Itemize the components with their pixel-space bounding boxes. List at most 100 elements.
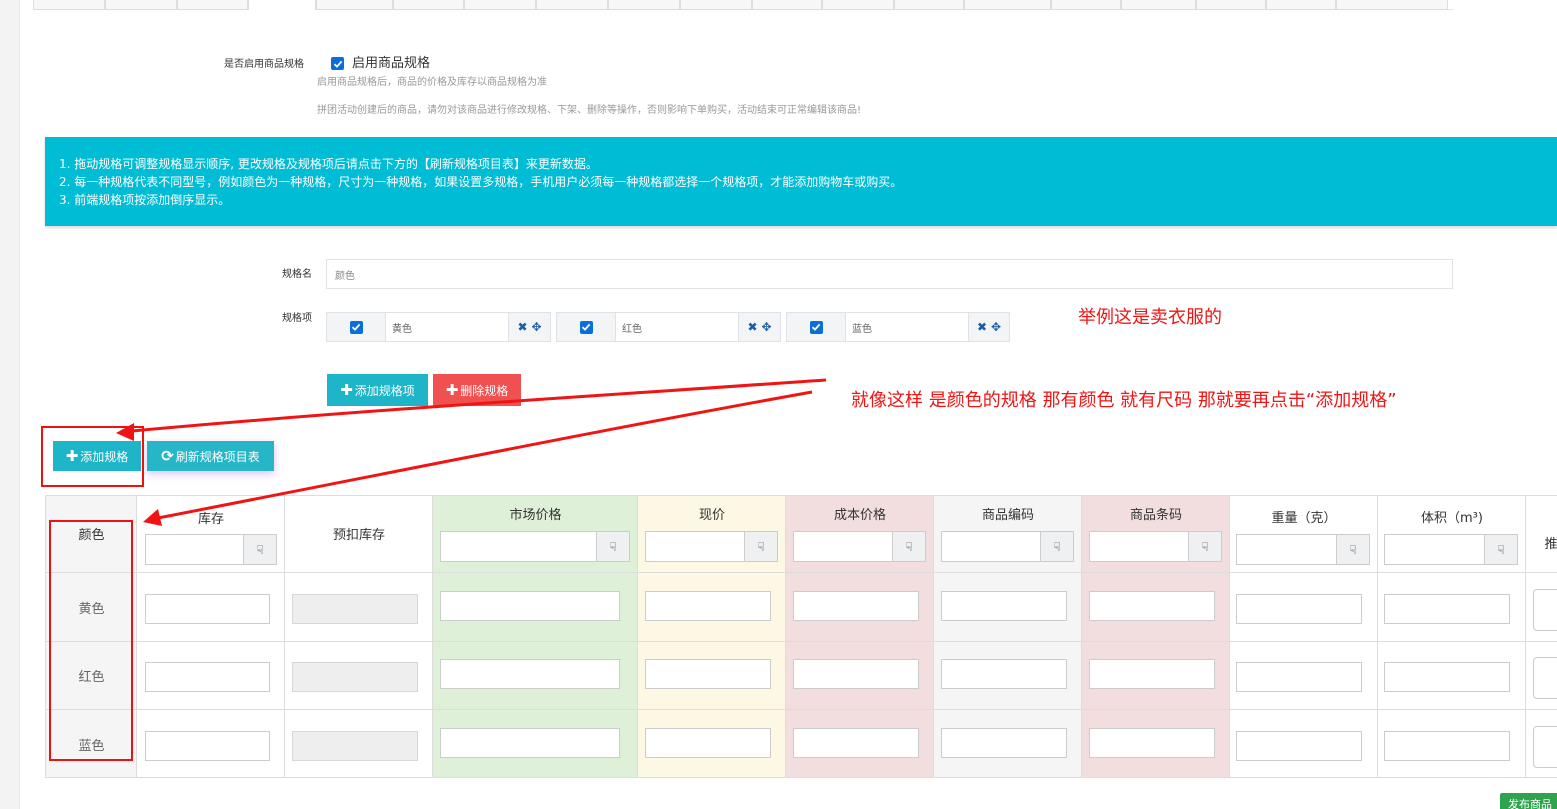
recommend-toggle[interactable] (1533, 589, 1557, 631)
market-price-input[interactable] (440, 591, 620, 621)
spec-sku-table: 颜色 库存 预扣库存 市场价格 现价 成本价格 商品编码 商品条码 重量（克） … (45, 495, 1557, 778)
batch-market-price-input[interactable]: ☟ (440, 531, 630, 562)
cost-price-input[interactable] (793, 659, 919, 689)
current-price-input[interactable] (645, 591, 771, 621)
tab[interactable] (822, 0, 894, 10)
spec-info-box: 1. 拖动规格可调整规格显示顺序, 更改规格及规格项后请点击下方的【刷新规格项目… (45, 137, 1557, 226)
tab[interactable] (1051, 0, 1121, 10)
market-price-input[interactable] (440, 659, 620, 689)
batch-cost-price-input[interactable]: ☟ (793, 531, 926, 562)
batch-current-price-input[interactable]: ☟ (645, 531, 778, 562)
spec-item-value-input[interactable]: 黄色 (386, 313, 509, 341)
tab[interactable] (536, 0, 608, 10)
tab[interactable] (680, 0, 752, 10)
batch-barcode-input[interactable]: ☟ (1089, 531, 1222, 562)
batch-fill-icon[interactable]: ☟ (596, 532, 629, 561)
add-spec-item-button[interactable]: ✚ 添加规格项 (327, 374, 428, 406)
tab[interactable] (105, 0, 177, 10)
spec-item-value-input[interactable]: 蓝色 (846, 313, 969, 341)
annotation-note-1: 举例这是卖衣服的 (1078, 307, 1222, 328)
drag-move-icon[interactable]: ✥ (762, 320, 772, 334)
drag-move-icon[interactable]: ✥ (532, 320, 542, 334)
weight-input[interactable] (1236, 594, 1362, 624)
cost-price-input[interactable] (793, 728, 919, 758)
batch-fill-icon[interactable]: ☟ (1484, 535, 1517, 564)
tab[interactable] (316, 0, 393, 10)
tab[interactable] (393, 0, 464, 10)
drag-move-icon[interactable]: ✥ (991, 320, 1001, 334)
batch-fill-icon[interactable]: ☟ (243, 535, 276, 564)
batch-fill-icon[interactable]: ☟ (1040, 532, 1073, 561)
tab[interactable] (177, 0, 248, 10)
form-tabs (33, 0, 1453, 10)
cost-price-input[interactable] (793, 591, 919, 621)
weight-input[interactable] (1236, 731, 1362, 761)
tab[interactable] (1121, 0, 1196, 10)
market-price-input[interactable] (440, 728, 620, 758)
publish-product-button[interactable]: 发布商品 (1500, 793, 1557, 809)
check-icon (581, 323, 591, 331)
recommend-toggle[interactable] (1533, 726, 1557, 768)
batch-weight-input[interactable]: ☟ (1236, 534, 1370, 565)
tab[interactable] (1196, 0, 1266, 10)
stock-input[interactable] (145, 662, 270, 692)
header-stock: 库存 (197, 512, 224, 527)
tab[interactable] (1266, 0, 1336, 10)
recommend-toggle[interactable] (1533, 657, 1557, 699)
batch-fill-icon[interactable]: ☟ (744, 532, 777, 561)
remove-icon[interactable]: ✖ (747, 320, 757, 334)
product-code-input[interactable] (941, 659, 1067, 689)
header-market-price: 市场价格 (509, 508, 562, 523)
spec-item-checkbox[interactable] (809, 320, 823, 334)
header-volume: 体积（m³) (1421, 511, 1483, 526)
product-code-input[interactable] (941, 728, 1067, 758)
barcode-input[interactable] (1089, 591, 1215, 621)
refresh-spec-table-button[interactable]: ⟳ 刷新规格项目表 (147, 441, 274, 471)
delete-spec-button[interactable]: ✚ 删除规格 (433, 374, 521, 406)
stock-input[interactable] (145, 594, 270, 624)
tab-spec-active[interactable] (248, 0, 316, 10)
batch-product-code-input[interactable]: ☟ (941, 531, 1074, 562)
batch-fill-icon[interactable]: ☟ (892, 532, 925, 561)
check-icon (811, 323, 821, 331)
check-icon (333, 60, 342, 68)
current-price-input[interactable] (645, 728, 771, 758)
stock-input[interactable] (145, 731, 270, 761)
current-price-input[interactable] (645, 659, 771, 689)
spec-name-input[interactable]: 颜色 (326, 259, 1453, 289)
product-code-input[interactable] (941, 591, 1067, 621)
annotation-note-2: 就像这样 是颜色的规格 那有颜色 就有尺码 那就要再点击“添加规格” (851, 390, 1397, 411)
left-sidebar-edge (0, 0, 20, 809)
header-weight: 重量（克） (1271, 511, 1337, 526)
spec-enable-checkbox[interactable] (331, 57, 344, 70)
info-line-3: 3. 前端规格项按添加倒序显示。 (59, 193, 231, 207)
volume-input[interactable] (1384, 662, 1510, 692)
spec-item-value-input[interactable]: 红色 (616, 313, 739, 341)
reserved-stock-input (292, 731, 418, 761)
tab[interactable] (33, 0, 105, 10)
batch-stock-input[interactable]: ☟ (145, 534, 277, 565)
tab[interactable] (464, 0, 536, 10)
spec-items-label: 规格项 (282, 313, 312, 324)
batch-fill-icon[interactable]: ☟ (1336, 535, 1369, 564)
remove-icon[interactable]: ✖ (517, 320, 527, 334)
spec-item-yellow: 黄色 ✖ ✥ (326, 312, 551, 342)
volume-input[interactable] (1384, 731, 1510, 761)
batch-volume-input[interactable]: ☟ (1384, 534, 1518, 565)
tab[interactable] (752, 0, 822, 10)
batch-fill-icon[interactable]: ☟ (1188, 532, 1221, 561)
spec-name-placeholder: 颜色 (335, 270, 355, 282)
remove-icon[interactable]: ✖ (977, 320, 987, 334)
spec-item-checkbox[interactable] (349, 320, 363, 334)
barcode-input[interactable] (1089, 659, 1215, 689)
weight-input[interactable] (1236, 662, 1362, 692)
volume-input[interactable] (1384, 594, 1510, 624)
plus-icon: ✚ (340, 381, 353, 399)
tab[interactable] (1336, 0, 1448, 10)
tab[interactable] (608, 0, 680, 10)
barcode-input[interactable] (1089, 728, 1215, 758)
spec-item-checkbox[interactable] (579, 320, 593, 334)
tab[interactable] (964, 0, 1051, 10)
annotation-box-add-spec (41, 426, 144, 487)
tab[interactable] (894, 0, 964, 10)
